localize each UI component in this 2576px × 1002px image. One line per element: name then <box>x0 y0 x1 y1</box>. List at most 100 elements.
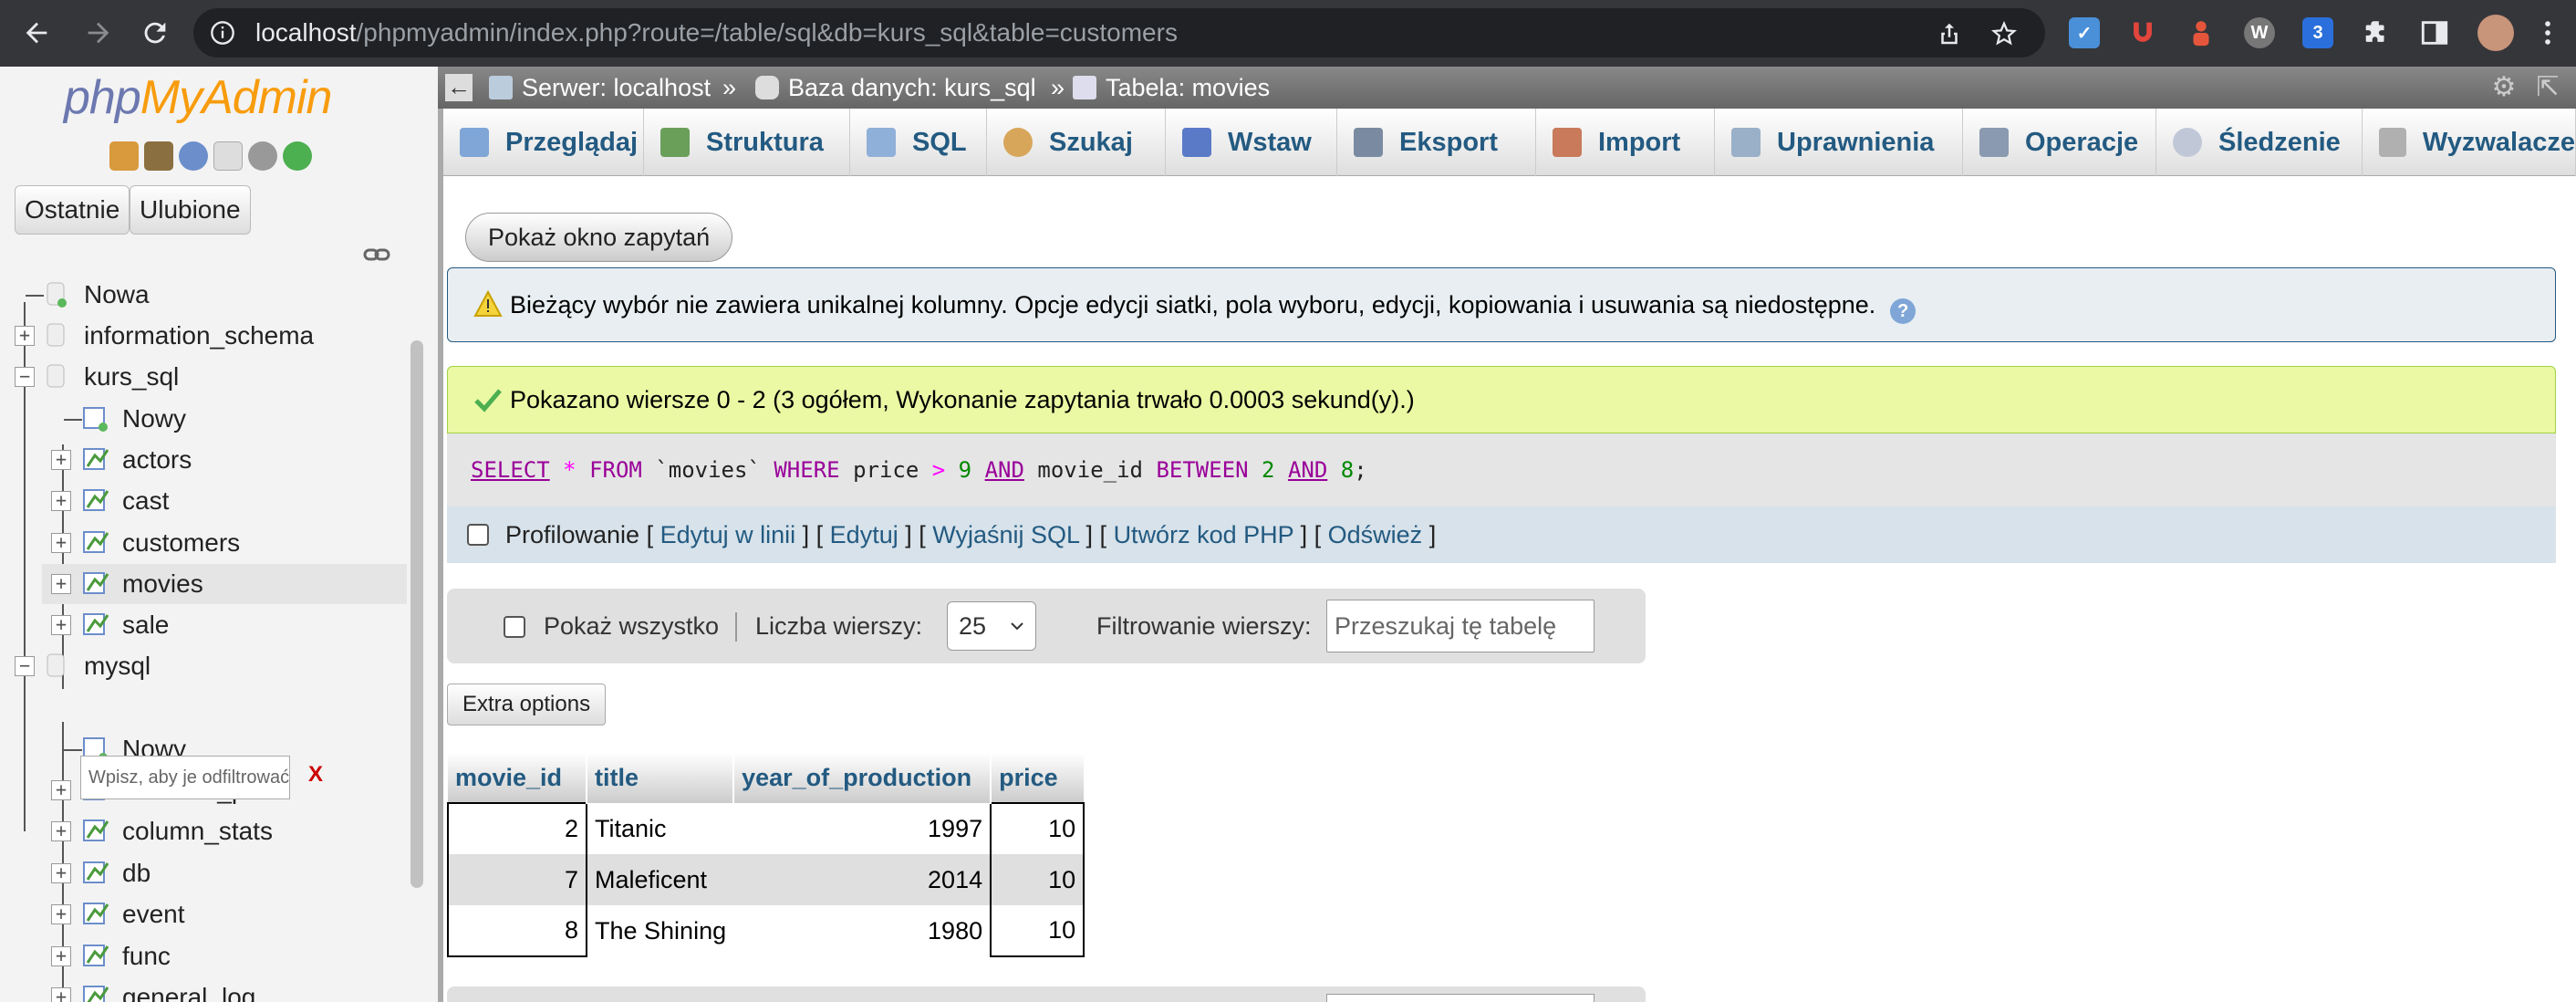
expand-icon[interactable]: + <box>51 863 71 883</box>
profile-avatar[interactable] <box>2477 15 2514 51</box>
back-button[interactable] <box>15 11 58 55</box>
refresh-link[interactable]: Odśwież <box>1328 521 1423 548</box>
breadcrumb-database[interactable]: Baza danych: kurs_sql <box>755 67 1036 109</box>
expand-icon[interactable]: + <box>51 946 71 966</box>
profiling-checkbox[interactable] <box>467 524 489 546</box>
column-header-movie-id[interactable]: movie_id <box>448 753 587 803</box>
reload-button[interactable] <box>133 11 177 55</box>
extension-magnet-icon[interactable] <box>2127 17 2158 48</box>
column-header-price[interactable]: price <box>991 753 1085 803</box>
forward-button[interactable] <box>77 11 120 55</box>
column-header-year[interactable]: year_of_production <box>733 753 992 803</box>
tab-operations[interactable]: Operacje <box>1963 109 2156 176</box>
tree-item-func[interactable]: + func <box>0 936 401 976</box>
tree-item-mysql[interactable]: − mysql <box>0 646 401 686</box>
collapse-top-icon[interactable]: ⇱ <box>2534 74 2561 101</box>
column-header-title[interactable]: title <box>587 753 735 803</box>
extra-options-button[interactable]: Extra options <box>447 684 607 725</box>
expand-icon[interactable]: + <box>51 574 71 594</box>
success-message: Pokazano wiersze 0 - 2 (3 ogółem, Wykona… <box>447 366 2556 433</box>
navigation-scrollbar[interactable] <box>410 340 423 888</box>
address-bar[interactable]: localhost/phpmyadmin/index.php?route=/ta… <box>193 8 2045 57</box>
tree-item-sale[interactable]: + sale <box>0 605 401 645</box>
clear-filter-button[interactable]: X <box>308 762 323 788</box>
browser-menu-icon[interactable] <box>2532 17 2563 48</box>
tab-tracking[interactable]: Śledzenie <box>2156 109 2363 176</box>
settings-gear-icon[interactable] <box>248 141 277 171</box>
tab-triggers[interactable]: Wyzwalacze <box>2363 109 2576 176</box>
tree-item-information-schema[interactable]: + information_schema <box>0 316 401 356</box>
edit-link[interactable]: Edytuj <box>830 521 898 548</box>
extension-css-icon[interactable]: 3 <box>2302 17 2333 48</box>
tab-import[interactable]: Import <box>1536 109 1715 176</box>
info-icon[interactable] <box>210 20 235 46</box>
breadcrumb-table[interactable]: Tabela: movies <box>1073 67 1270 109</box>
show-all-checkbox[interactable] <box>504 616 525 638</box>
expand-icon[interactable]: + <box>51 780 71 800</box>
tree-item-db[interactable]: + db <box>0 853 401 893</box>
arrow-right-icon <box>88 22 109 44</box>
edit-inline-link[interactable]: Edytuj w linii <box>660 521 796 548</box>
tree-item-actors[interactable]: + actors <box>0 440 401 480</box>
bookmark-star-icon[interactable] <box>1990 20 2018 47</box>
tree-item-movies[interactable]: + movies <box>42 564 407 604</box>
expand-icon[interactable]: + <box>15 326 35 346</box>
favorite-tables-button[interactable]: Ulubione <box>130 185 251 235</box>
tab-structure[interactable]: Struktura <box>644 109 850 176</box>
tree-item-cast[interactable]: + cast <box>0 481 401 521</box>
tab-search[interactable]: Szukaj <box>987 109 1166 176</box>
collapse-navigation-button[interactable]: ← <box>445 74 473 101</box>
settings-gear-icon[interactable]: ⚙ <box>2490 74 2518 101</box>
explain-sql-link[interactable]: Wyjaśnij SQL <box>932 521 1079 548</box>
cell-title: Maleficent <box>587 854 734 905</box>
tab-sql[interactable]: SQL <box>850 109 987 176</box>
tree-item-new-table[interactable]: Nowy <box>0 399 401 439</box>
expand-icon[interactable]: + <box>51 450 71 470</box>
filter-rows-input-bottom[interactable] <box>1326 994 1594 1002</box>
extension-person-icon[interactable] <box>2186 17 2217 48</box>
expand-icon[interactable]: + <box>51 533 71 553</box>
notice-message: Bieżący wybór nie zawiera unikalnej kolu… <box>447 267 2556 342</box>
breadcrumb-separator: » <box>722 74 737 101</box>
recent-tables-button[interactable]: Ostatnie <box>15 185 130 235</box>
tab-privileges[interactable]: Uprawnienia <box>1715 109 1963 176</box>
breadcrumb-server[interactable]: Serwer: localhost <box>489 67 711 109</box>
tree-item-kurs-sql[interactable]: − kurs_sql <box>0 357 401 397</box>
tree-item-customers[interactable]: + customers <box>0 523 401 563</box>
tree-item-event[interactable]: + event <box>0 894 401 934</box>
tab-browse[interactable]: Przeglądaj <box>443 109 644 176</box>
expand-icon[interactable]: + <box>51 987 71 1002</box>
table-icon <box>83 945 109 966</box>
help-icon[interactable] <box>179 141 208 171</box>
home-icon[interactable] <box>109 141 139 171</box>
filter-rows-input[interactable]: Przeszukaj tę tabelę <box>1326 600 1594 652</box>
side-panel-icon[interactable] <box>2419 17 2450 48</box>
tab-export[interactable]: Eksport <box>1337 109 1536 176</box>
expand-icon[interactable]: + <box>51 821 71 841</box>
expand-icon[interactable]: + <box>51 904 71 924</box>
tab-insert[interactable]: Wstaw <box>1166 109 1337 176</box>
sql-query-display: SELECT * FROM `movies` WHERE price > 9 A… <box>447 433 2556 506</box>
docs-icon[interactable] <box>213 141 243 171</box>
logout-icon[interactable] <box>144 141 173 171</box>
extension-clipboard-icon[interactable]: ✓ <box>2069 17 2100 48</box>
results-navigation: Pokaż wszystko Liczba wierszy: 25 Filtro… <box>447 589 1646 663</box>
reload-nav-icon[interactable] <box>283 141 312 171</box>
expand-icon[interactable]: + <box>51 615 71 635</box>
tree-item-general-log[interactable]: + general_log <box>0 977 401 1002</box>
tree-item-new-database[interactable]: Nowa <box>0 275 401 315</box>
link-with-main-panel-icon[interactable] <box>363 245 390 264</box>
show-query-window-button[interactable]: Pokaż okno zapytań <box>465 213 733 262</box>
extension-w-icon[interactable]: W <box>2244 17 2275 48</box>
share-icon[interactable] <box>1936 20 1963 47</box>
phpmyadmin-logo[interactable]: phpMyAdmin <box>64 70 332 125</box>
help-icon[interactable]: ? <box>1890 298 1916 324</box>
collapse-icon[interactable]: − <box>15 656 35 676</box>
row-count-select[interactable]: 25 <box>947 601 1036 651</box>
tree-item-column-stats[interactable]: + column_stats <box>0 811 401 851</box>
table-filter-input[interactable]: Wpisz, aby je odfiltrować, <box>80 756 290 799</box>
expand-icon[interactable]: + <box>51 491 71 511</box>
extensions-puzzle-icon[interactable] <box>2361 17 2392 48</box>
create-php-code-link[interactable]: Utwórz kod PHP <box>1114 521 1294 548</box>
collapse-icon[interactable]: − <box>15 367 35 387</box>
